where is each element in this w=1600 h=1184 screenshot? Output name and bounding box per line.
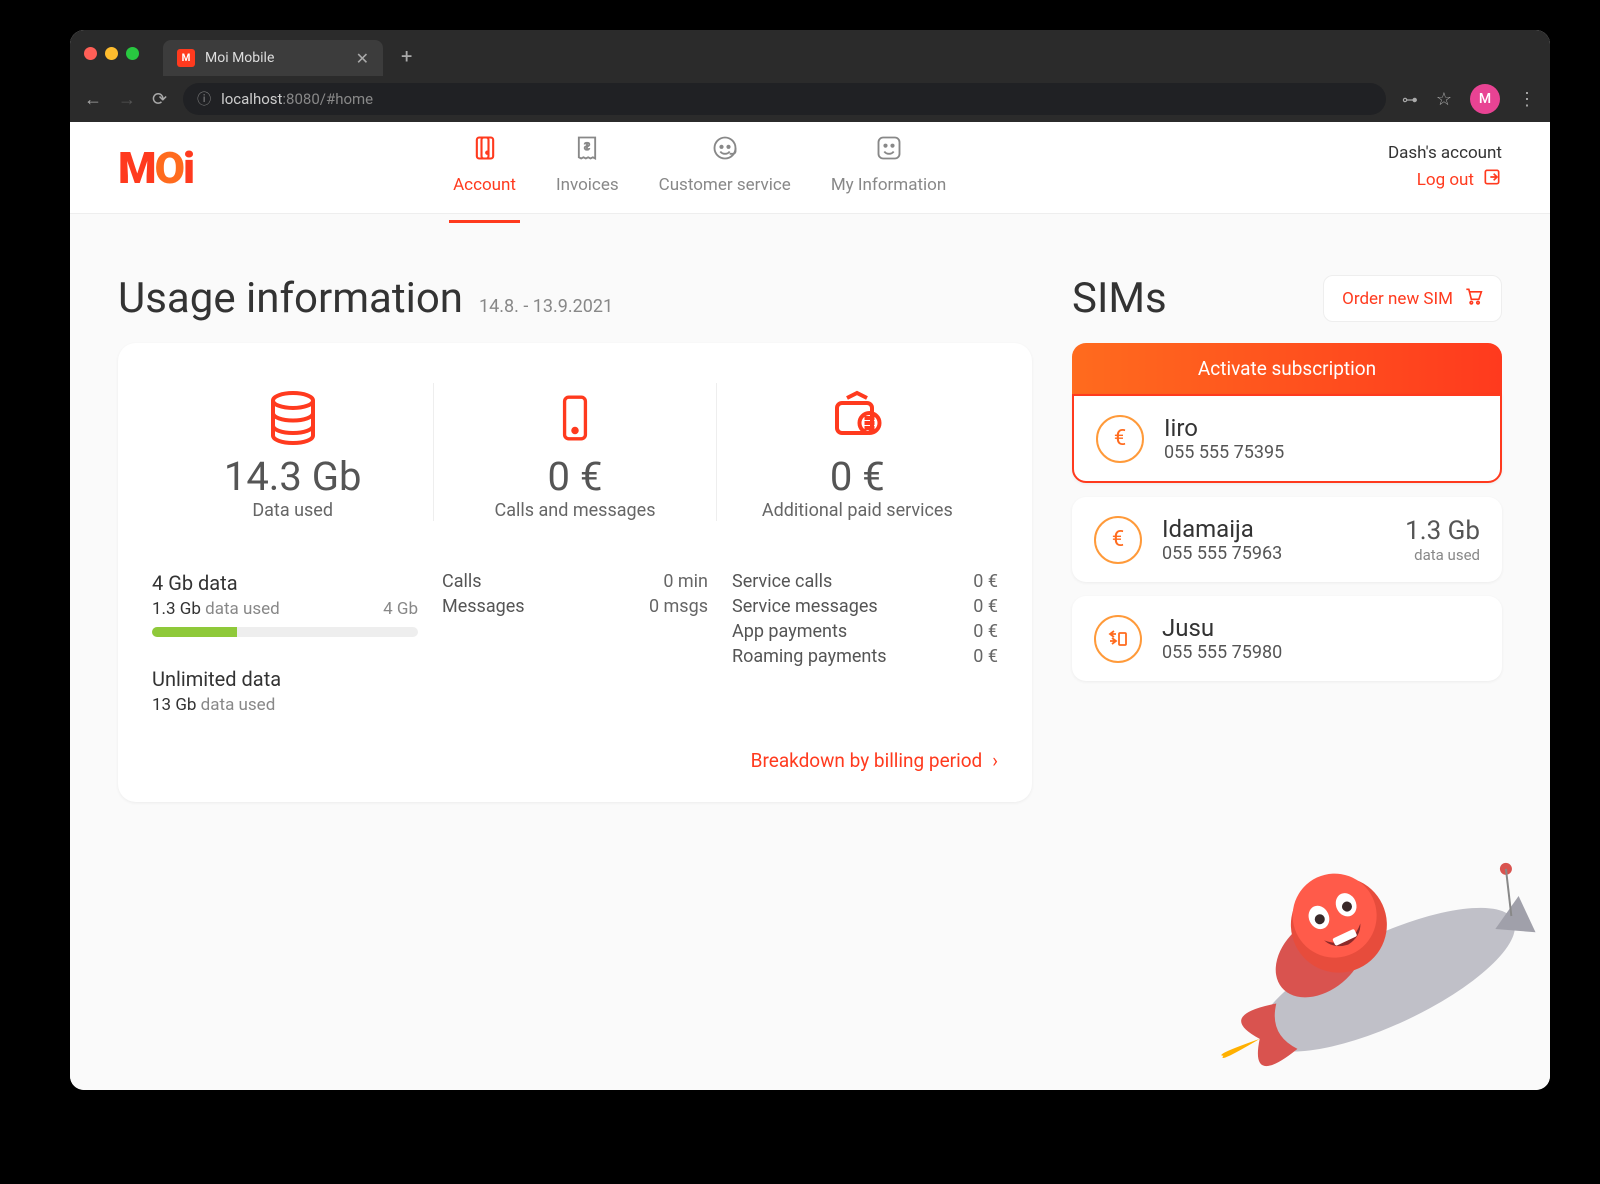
- password-key-icon[interactable]: ⊶: [1402, 90, 1418, 109]
- plans-column: 4 Gb data 1.3 Gb data used 4 Gb Unlimite…: [152, 571, 418, 715]
- browser-tab[interactable]: M Moi Mobile ✕: [163, 40, 383, 76]
- activate-subscription-button[interactable]: Activate subscription: [1072, 343, 1502, 394]
- detail-row: Messages0 msgs: [442, 596, 708, 617]
- usage-card: 14.3 Gb Data used 0 € Calls and messages…: [118, 343, 1032, 802]
- plan-name: 4 Gb data: [152, 571, 418, 595]
- chevron-right-icon: ›: [992, 749, 998, 772]
- browser-tab-bar: M Moi Mobile ✕ +: [70, 30, 1550, 76]
- plan-item: 4 Gb data 1.3 Gb data used 4 Gb: [152, 571, 418, 637]
- detail-row: Service calls0 €: [732, 571, 998, 592]
- plan-item: Unlimited data 13 Gb data used: [152, 667, 418, 715]
- sim-phone: 055 555 75980: [1162, 642, 1480, 663]
- euro-icon: €: [1096, 415, 1144, 463]
- account-name: Dash's account: [1388, 143, 1502, 163]
- reload-button[interactable]: ⟳: [152, 89, 167, 110]
- wallet-icon: [717, 383, 998, 453]
- window-close[interactable]: [84, 47, 97, 60]
- window-maximize[interactable]: [126, 47, 139, 60]
- window-minimize[interactable]: [105, 47, 118, 60]
- nav-tab-invoices[interactable]: Invoices: [556, 134, 619, 201]
- tab-title: Moi Mobile: [205, 50, 274, 66]
- usage-services-value: 0 €: [717, 453, 998, 500]
- sim-data-label: data used: [1405, 546, 1480, 564]
- sim-phone: 055 555 75395: [1164, 442, 1478, 463]
- progress-bar: [152, 627, 418, 637]
- sim-name: Jusu: [1162, 614, 1480, 642]
- order-sim-button[interactable]: Order new SIM: [1323, 275, 1502, 322]
- browser-toolbar: ← → ⟳ ⓘ localhost:8080/#home ⊶ ☆ M ⋮: [70, 76, 1550, 122]
- sim-card[interactable]: € Idamaija 055 555 75963 1.3 Gb data use…: [1072, 497, 1502, 582]
- detail-row: App payments0 €: [732, 621, 998, 642]
- sim-name: Iiro: [1164, 414, 1478, 442]
- address-bar[interactable]: ⓘ localhost:8080/#home: [183, 83, 1386, 115]
- logout-link[interactable]: Log out: [1388, 167, 1502, 192]
- calls-column: Calls0 min Messages0 msgs: [442, 571, 708, 715]
- browser-menu-icon[interactable]: ⋮: [1518, 89, 1536, 110]
- logout-icon: [1482, 167, 1502, 192]
- back-button[interactable]: ←: [84, 89, 102, 110]
- nav-tab-customer-service[interactable]: Customer service: [659, 134, 791, 201]
- sim-card[interactable]: Jusu 055 555 75980: [1072, 596, 1502, 681]
- sims-title: SIMs: [1072, 274, 1167, 323]
- face-icon: [875, 134, 903, 169]
- plan-name: Unlimited data: [152, 667, 418, 691]
- usage-data-value: 14.3 Gb: [152, 453, 433, 500]
- usage-calls-value: 0 €: [434, 453, 715, 500]
- invoice-icon: [573, 134, 601, 169]
- cart-icon: [1463, 286, 1483, 311]
- url-text: localhost:8080/#home: [221, 90, 373, 108]
- usage-data-label: Data used: [152, 500, 433, 521]
- new-tab-button[interactable]: +: [401, 44, 412, 68]
- detail-row: Service messages0 €: [732, 596, 998, 617]
- sim-transfer-icon: [1094, 615, 1142, 663]
- usage-period: 14.8. - 13.9.2021: [479, 296, 613, 317]
- site-info-icon[interactable]: ⓘ: [197, 89, 211, 109]
- phone-icon: [434, 383, 715, 453]
- nav-label: Account: [453, 175, 516, 195]
- database-icon: [152, 383, 433, 453]
- close-tab-icon[interactable]: ✕: [356, 49, 369, 68]
- nav-tab-my-information[interactable]: My Information: [831, 134, 946, 201]
- bookmark-star-icon[interactable]: ☆: [1436, 89, 1452, 110]
- usage-title: Usage information 14.8. - 13.9.2021: [118, 274, 1032, 323]
- detail-row: Roaming payments0 €: [732, 646, 998, 667]
- services-column: Service calls0 € Service messages0 € App…: [732, 571, 998, 715]
- nav-label: Customer service: [659, 175, 791, 195]
- sim-data-value: 1.3 Gb: [1405, 516, 1480, 546]
- usage-data: 14.3 Gb Data used: [152, 383, 433, 521]
- nav-label: Invoices: [556, 175, 619, 195]
- usage-calls-label: Calls and messages: [434, 500, 715, 521]
- sim-name: Idamaija: [1162, 515, 1385, 543]
- headset-icon: [711, 134, 739, 169]
- usage-calls: 0 € Calls and messages: [433, 383, 715, 521]
- breakdown-link[interactable]: Breakdown by billing period ›: [152, 749, 998, 772]
- usage-services-label: Additional paid services: [717, 500, 998, 521]
- sim-phone: 055 555 75963: [1162, 543, 1385, 564]
- sim-card[interactable]: € Iiro 055 555 75395: [1072, 394, 1502, 483]
- account-icon: [471, 134, 499, 169]
- euro-icon: €: [1094, 516, 1142, 564]
- nav-tab-account[interactable]: Account: [453, 134, 516, 201]
- forward-button[interactable]: →: [118, 89, 136, 110]
- detail-row: Calls0 min: [442, 571, 708, 592]
- usage-services: 0 € Additional paid services: [716, 383, 998, 521]
- app-header: MOi Account Invoices Customer service My…: [70, 122, 1550, 214]
- profile-avatar[interactable]: M: [1470, 84, 1500, 114]
- nav-label: My Information: [831, 175, 946, 195]
- logo[interactable]: MOi: [118, 142, 193, 194]
- favicon: M: [177, 49, 195, 67]
